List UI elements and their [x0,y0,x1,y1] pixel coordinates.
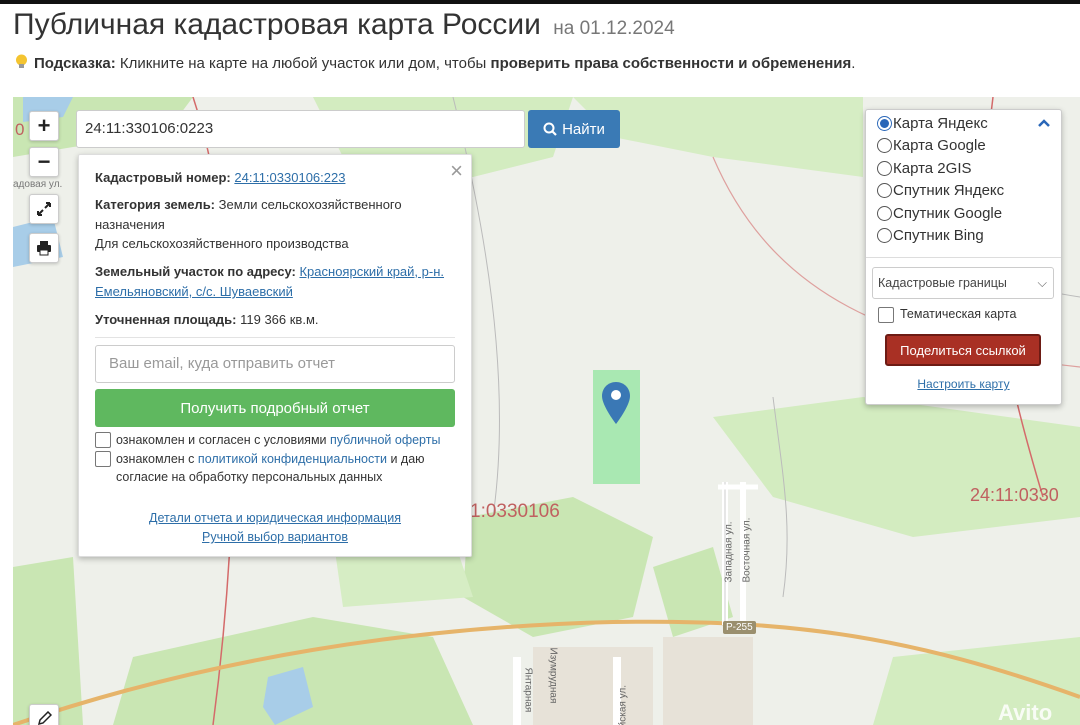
close-icon[interactable]: × [450,160,463,182]
area-row: Уточненная площадь: 119 366 кв.м. [95,312,319,327]
layer-google-map[interactable]: Карта Google [877,137,986,154]
hint-bold: проверить права собственности и обремене… [490,55,852,72]
radio-bing-satellite[interactable] [877,228,892,243]
configure-map-link[interactable]: Настроить карту [917,377,1009,391]
offer-consent-label: ознакомлен и согласен с условиями [116,433,327,447]
fullscreen-button[interactable] [29,194,59,224]
configure-link-wrap: Настроить карту [866,377,1061,391]
page-title: Публичная кадастровая карта России на 01… [13,8,675,42]
radio-yandex-map[interactable] [877,116,892,131]
lightbulb-icon [16,54,27,68]
watermark: Avito [998,700,1053,725]
boundaries-select[interactable]: Кадастровые границы ⌵ [872,267,1054,299]
details-link-wrap: Детали отчета и юридическая информация [79,511,471,525]
thematic-map-checkbox[interactable] [878,307,894,323]
category-value-cont: назначения [95,217,165,232]
report-details-link[interactable]: Детали отчета и юридическая информация [149,511,401,525]
print-button[interactable] [29,233,59,263]
address-label: Земельный участок по адресу: [95,264,296,279]
boundaries-select-value: Кадастровые границы [878,276,1007,290]
divider [866,257,1061,258]
map-view[interactable]: 0 адовая ул. 1:0330106 24:11:0330 Западн… [13,97,1080,725]
search-button-label: Найти [562,120,605,138]
road-sign-r255: Р-255 [723,621,756,634]
expand-icon [37,202,51,216]
radio-google-map[interactable] [877,138,892,153]
map-label-street-listvennaya: тийская ул. [617,685,629,725]
map-label-quarter-right: 24:11:0330 [970,485,1059,505]
search-button[interactable]: Найти [528,110,620,148]
location-marker-icon[interactable] [602,382,630,424]
zoom-out-button[interactable]: − [29,147,59,177]
pencil-icon [37,711,52,725]
hint-text: Кликните на карте на любой участок или д… [119,55,487,72]
map-label-street-vostochnaya: Восточная ул. [741,517,753,583]
layer-yandex-map[interactable]: Карта Яндекс [877,115,988,132]
search-icon [543,122,557,136]
layer-2gis-map[interactable]: Карта 2GIS [877,160,972,177]
page-title-text: Публичная кадастровая карта России [13,8,541,41]
hint-label: Подсказка: [34,55,116,72]
draw-button[interactable] [29,704,59,725]
map-label-street-yantarnaya: Янтарная [522,667,534,713]
hint: Подсказка: Кликните на карте на любой уч… [15,54,855,72]
layer-yandex-satellite[interactable]: Спутник Яндекс [877,182,1004,199]
category-value: Земли сельскохозяйственного [218,197,402,212]
layer-label: Спутник Google [893,205,1003,222]
manual-link-wrap: Ручной выбор вариантов [79,530,471,544]
chevron-down-icon: ⌵ [1037,276,1047,290]
page-date: на 01.12.2024 [553,18,675,39]
offer-consent-text: ознакомлен и согласен с условиями публич… [116,433,440,447]
printer-icon [37,241,51,256]
address-link-cont[interactable]: Емельяновский, с/с. Шуваевский [95,284,293,299]
map-label-street-left: адовая ул. [13,179,63,190]
privacy-consent-mid: и даю [390,452,425,466]
map-label-street-izumrudnaya: Изумрудная [547,647,559,704]
thematic-map-label: Тематическая карта [900,307,1017,321]
radio-google-satellite[interactable] [877,206,892,221]
cadastral-number-link[interactable]: 24:11:0330106:223 [234,170,345,185]
chevron-up-icon[interactable] [1037,118,1051,128]
map-label-quarter-left: 0 [15,120,25,139]
privacy-consent-checkbox[interactable] [95,451,111,467]
privacy-consent-text: ознакомлен с политикой конфиденциальност… [116,452,425,466]
land-usage: Для сельскохозяйственного производства [95,236,349,251]
divider [95,337,455,338]
layer-google-satellite[interactable]: Спутник Google [877,205,1002,222]
offer-consent-checkbox[interactable] [95,432,111,448]
personal-data-consent-link[interactable]: согласие на обработку персональных данны… [116,470,382,484]
category-row: Категория земель: Земли сельскохозяйстве… [95,197,402,212]
map-label-street-zapadnaya: Западная ул. [723,521,735,583]
address-link[interactable]: Красноярский край, р-н. [299,264,444,279]
radio-yandex-satellite[interactable] [877,183,892,198]
area-value: 119 366 кв.м. [240,312,319,327]
cadastral-label: Кадастровый номер: [95,170,231,185]
privacy-policy-link[interactable]: политикой конфиденциальности [198,452,387,466]
address-row: Земельный участок по адресу: Красноярски… [95,264,444,279]
area-label: Уточненная площадь: [95,312,237,327]
cadastral-number-row: Кадастровый номер: 24:11:0330106:223 [95,170,345,185]
public-offer-link[interactable]: публичной оферты [330,433,440,447]
share-link-button[interactable]: Поделиться ссылкой [885,334,1041,366]
manual-selection-link[interactable]: Ручной выбор вариантов [202,530,348,544]
category-label: Категория земель: [95,197,216,212]
hint-end: . [851,55,856,72]
layer-label: Карта Google [893,137,986,154]
email-field[interactable]: Ваш email, куда отправить отчет [95,345,455,383]
layer-label: Карта Яндекс [893,115,988,132]
parcel-info-popup: × Кадастровый номер: 24:11:0330106:223 К… [78,154,472,557]
radio-2gis-map[interactable] [877,161,892,176]
top-bar [0,0,1080,4]
zoom-in-button[interactable]: + [29,111,59,141]
layer-label: Спутник Bing [893,227,984,244]
map-label-quarter-center: 1:0330106 [470,501,560,522]
privacy-consent-label: ознакомлен с [116,452,195,466]
map-layers-panel: Карта Яндекс Карта Google Карта 2GIS Спу… [865,109,1062,405]
layer-label: Спутник Яндекс [893,182,1005,199]
get-report-button[interactable]: Получить подробный отчет [95,389,455,427]
layer-label: Карта 2GIS [893,160,972,177]
search-input[interactable]: 24:11:330106:0223 [76,110,525,148]
layer-bing-satellite[interactable]: Спутник Bing [877,227,984,244]
